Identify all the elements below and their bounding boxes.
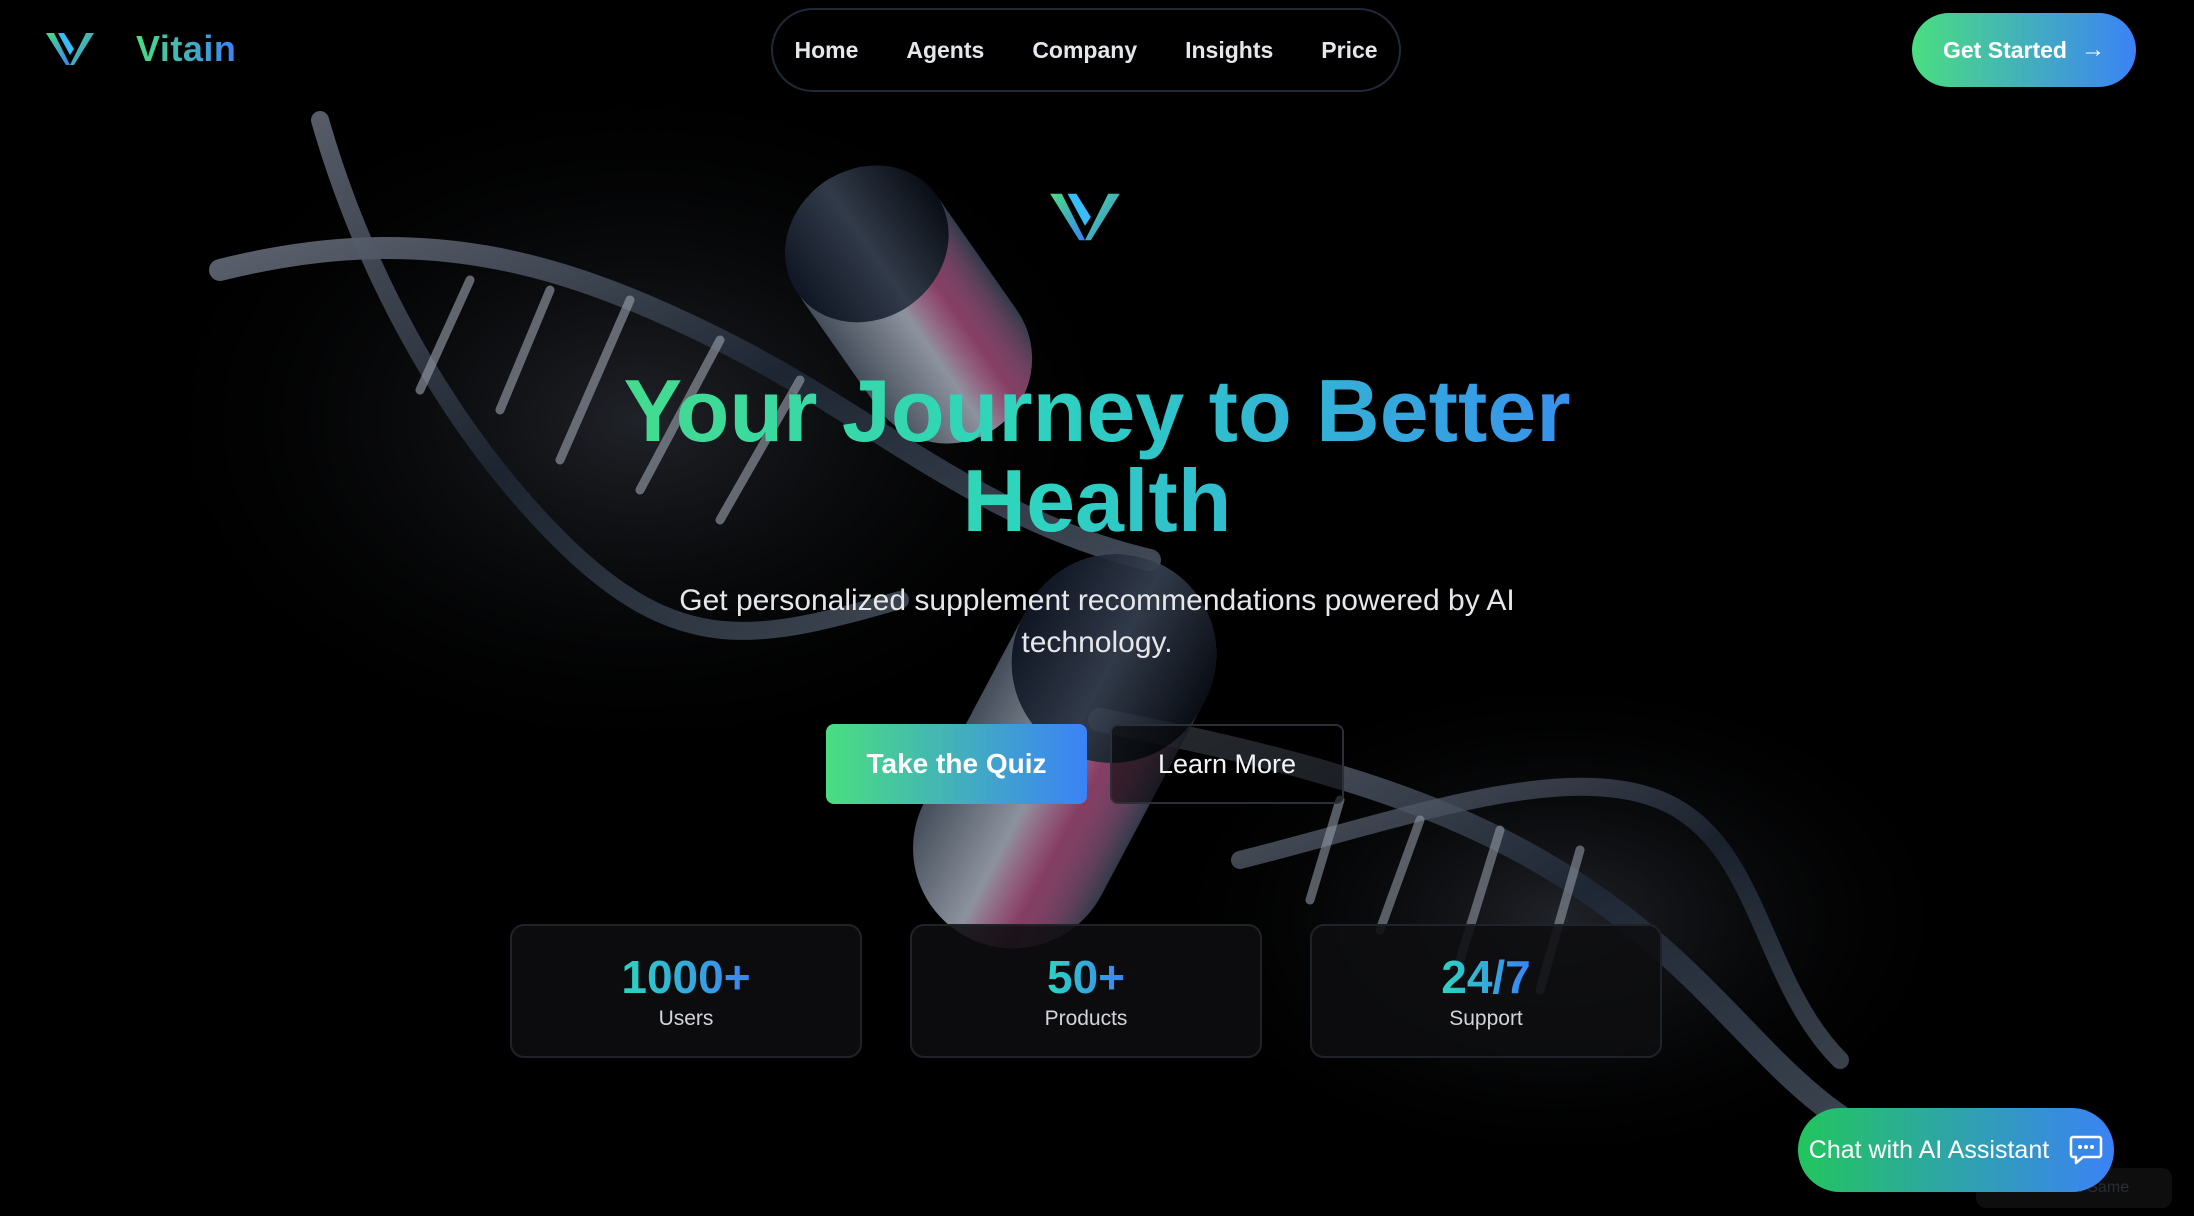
stat-value: 24/7 [1441, 951, 1531, 1003]
nav-item-agents[interactable]: Agents [906, 37, 984, 64]
get-started-button[interactable]: Get Started → [1912, 13, 2136, 87]
stat-value: 50+ [1046, 951, 1126, 1003]
nav-item-company[interactable]: Company [1032, 37, 1137, 64]
chat-label: Chat with AI Assistant [1808, 1135, 2050, 1164]
stat-label: Products [1044, 1007, 1128, 1030]
chat-bubble-icon [2069, 1135, 2103, 1165]
hero-v-logo-icon [1050, 193, 1120, 241]
stat-card-support: 24/7 Support [1310, 924, 1662, 1058]
stat-card-users: 1000+ Users [510, 924, 862, 1058]
hero-subtitle: Get personalized supplement recommendati… [679, 584, 1515, 659]
brand-name: Vitain [136, 28, 237, 69]
stat-label: Users [658, 1007, 714, 1030]
nav-item-home[interactable]: Home [794, 37, 858, 64]
brand[interactable]: Vitain [44, 28, 236, 70]
arrow-right-icon: → [2080, 36, 2105, 63]
take-quiz-button[interactable]: Take the Quiz [826, 724, 1087, 804]
hero-title: Your Journey to Better Health [497, 366, 1697, 546]
stat-card-products: 50+ Products [910, 924, 1262, 1058]
landing-page: Vitain Home Agents Company Insights Pric… [0, 0, 2194, 1216]
chat-ai-assistant-button[interactable]: Chat with AI Assistant [1798, 1108, 2114, 1192]
get-started-label: Get Started [1943, 36, 2067, 63]
learn-more-button[interactable]: Learn More [1110, 724, 1344, 804]
nav-item-insights[interactable]: Insights [1185, 37, 1273, 64]
nav-item-price[interactable]: Price [1321, 37, 1377, 64]
vitain-v-logo-icon [46, 33, 94, 65]
stat-label: Support [1449, 1007, 1523, 1030]
main-nav: Home Agents Company Insights Price [771, 8, 1401, 92]
stat-value: 1000+ [621, 951, 751, 1003]
